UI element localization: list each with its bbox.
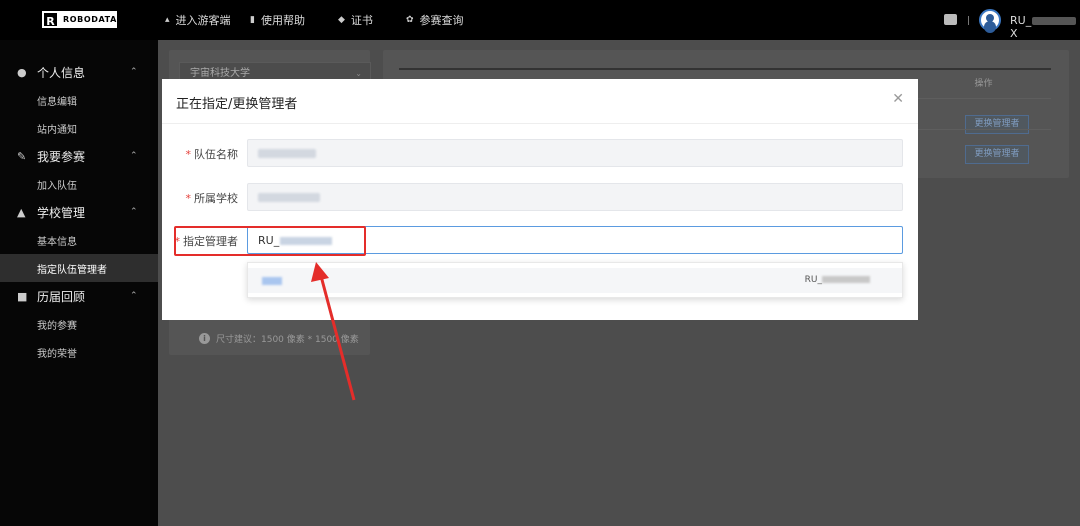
annotation-arrow (311, 262, 356, 401)
